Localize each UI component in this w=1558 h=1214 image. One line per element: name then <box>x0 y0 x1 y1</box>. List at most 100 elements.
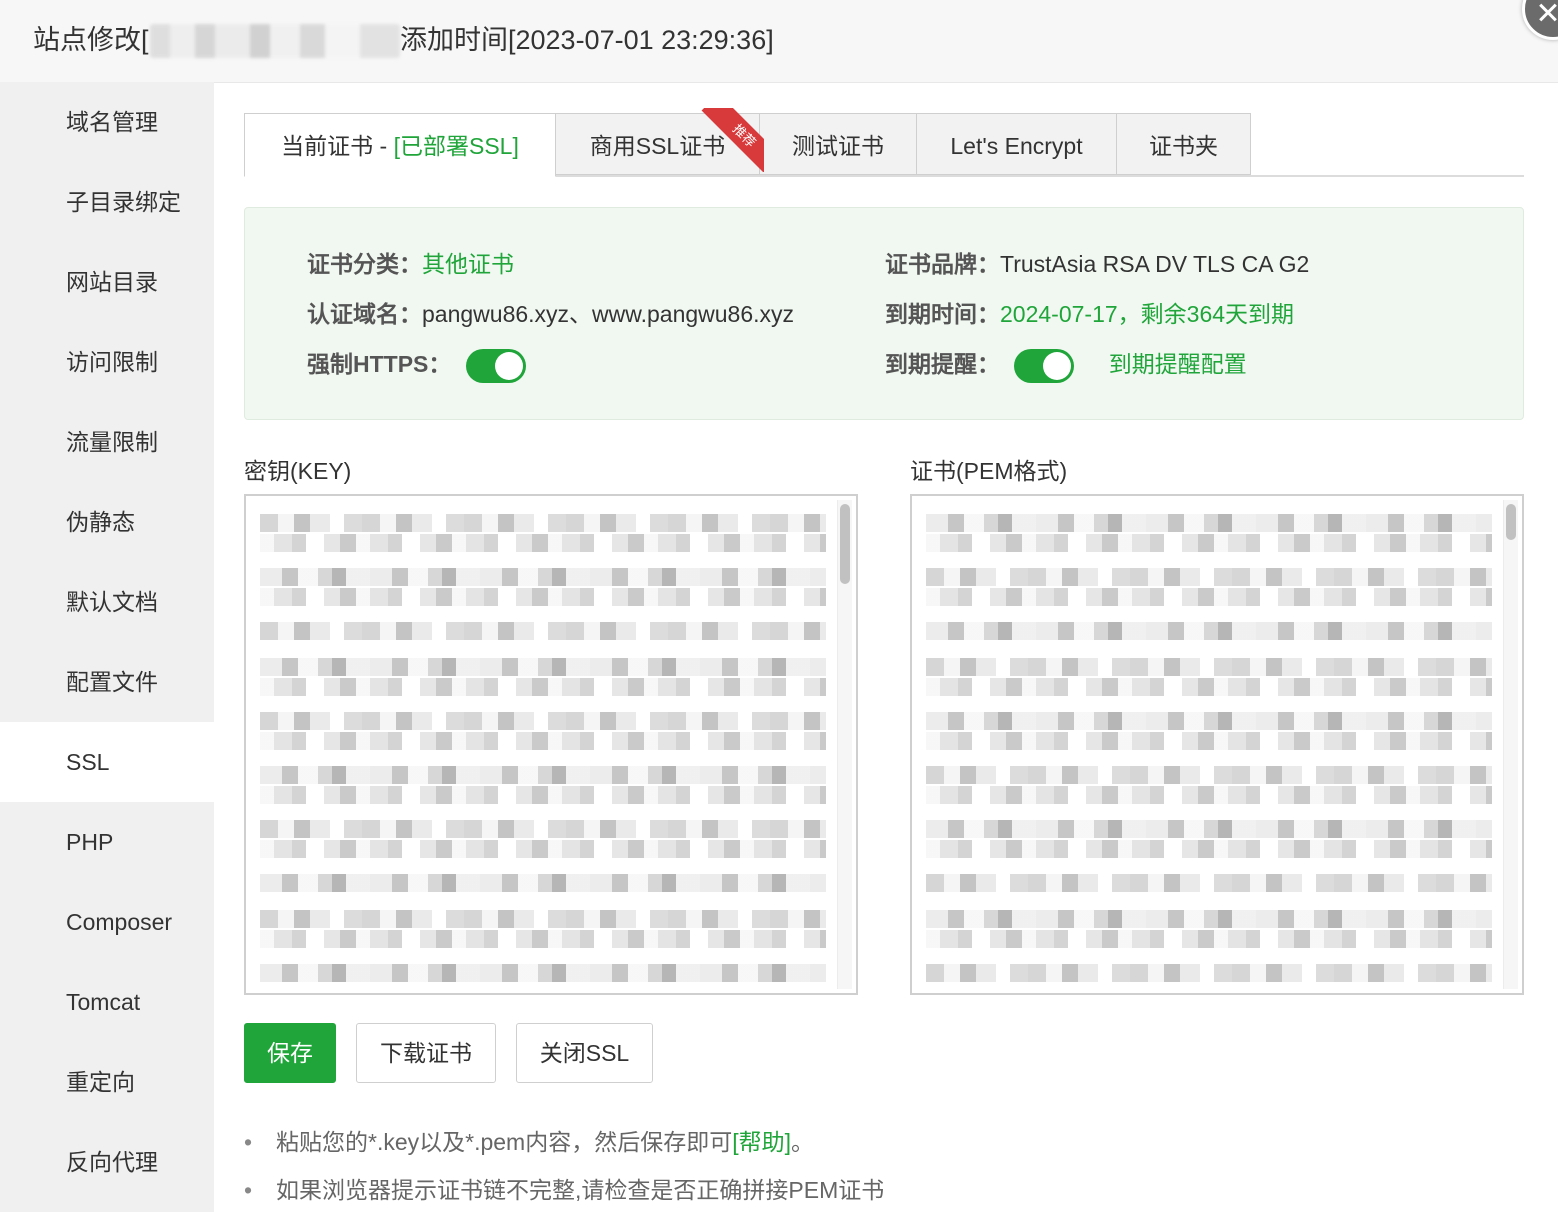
redacted-key-line <box>260 622 826 640</box>
cert-category-row: 证书分类：其他证书 <box>307 248 514 280</box>
sidebar-item-domain[interactable]: 域名管理 <box>0 82 214 162</box>
ssl-tabs: 当前证书 - [已部署SSL] 商用SSL证书 测试证书 Let's Encry… <box>244 113 1524 177</box>
sidebar-item-access-limit[interactable]: 访问限制 <box>0 322 214 402</box>
tab-cert-folder[interactable]: 证书夹 <box>1116 113 1251 175</box>
redacted-key-line <box>260 732 826 750</box>
key-field-label: 密钥(KEY) <box>244 458 352 484</box>
redacted-cert-line <box>926 786 1492 804</box>
expire-remind-toggle[interactable] <box>1014 348 1075 383</box>
recommend-ribbon: 推荐 <box>700 108 764 172</box>
sidebar-item-tomcat[interactable]: Tomcat <box>0 962 214 1042</box>
sidebar-item-subdir[interactable]: 子目录绑定 <box>0 162 214 242</box>
redacted-cert-line <box>926 910 1492 928</box>
redacted-cert-line <box>926 874 1492 892</box>
cert-domain-value: pangwu86.xyz、www.pangwu86.xyz <box>422 301 795 327</box>
tab-current-cert[interactable]: 当前证书 - [已部署SSL] <box>244 113 556 177</box>
redacted-cert-line <box>926 930 1492 948</box>
expire-remind-row: 到期提醒： 到期提醒配置 <box>885 348 1247 383</box>
sidebar-item-site-dir[interactable]: 网站目录 <box>0 242 214 322</box>
tab-test-cert[interactable]: 测试证书 <box>759 113 917 175</box>
expire-remind-label: 到期提醒： <box>885 351 1000 377</box>
force-https-toggle[interactable] <box>465 348 526 383</box>
save-button[interactable]: 保存 <box>244 1023 336 1083</box>
force-https-row: 强制HTTPS： <box>307 348 526 383</box>
redacted-key-line <box>260 964 826 982</box>
redacted-key-line <box>260 786 826 804</box>
redacted-cert-line <box>926 568 1492 586</box>
key-scrollbar[interactable] <box>837 500 852 989</box>
redacted-cert-line <box>926 658 1492 676</box>
expire-remind-config-link[interactable]: 到期提醒配置 <box>1109 351 1247 377</box>
cert-expire-value: 2024-07-17，剩余364天到期 <box>1000 301 1295 327</box>
redacted-cert-line <box>926 588 1492 606</box>
dialog-titlebar: 站点修改[ 添加时间[2023-07-01 23:29:36] <box>0 0 1558 83</box>
redacted-key-line <box>260 766 826 784</box>
redacted-key-line <box>260 568 826 586</box>
dialog-title-added-time: 添加时间[2023-07-01 23:29:36] <box>400 25 774 55</box>
tab-lets-encrypt[interactable]: Let's Encrypt <box>916 113 1117 175</box>
redacted-key-line <box>260 820 826 838</box>
redacted-cert-line <box>926 622 1492 640</box>
tab-cert-folder-label: 证书夹 <box>1149 133 1218 159</box>
redacted-key-line <box>260 534 826 552</box>
cert-category-label: 证书分类： <box>307 251 422 277</box>
redacted-cert-line <box>926 534 1492 552</box>
redacted-cert-line <box>926 766 1492 784</box>
sidebar-item-rewrite[interactable]: 伪静态 <box>0 482 214 562</box>
cert-brand-row: 证书品牌：TrustAsia RSA DV TLS CA G2 <box>885 248 1309 280</box>
tip-cert-chain: 如果浏览器提示证书链不完整,请检查是否正确拼接PEM证书 <box>244 1166 884 1214</box>
cert-brand-value: TrustAsia RSA DV TLS CA G2 <box>1000 251 1310 277</box>
sidebar-item-default-doc[interactable]: 默认文档 <box>0 562 214 642</box>
redacted-cert-line <box>926 820 1492 838</box>
cert-category-value: 其他证书 <box>422 251 514 277</box>
redacted-cert-line <box>926 514 1492 532</box>
tip-paste-key: 粘贴您的*.key以及*.pem内容，然后保存即可[帮助]。 <box>244 1118 884 1166</box>
cert-expire-label: 到期时间： <box>885 301 1000 327</box>
redacted-key-line <box>260 658 826 676</box>
cert-brand-label: 证书品牌： <box>885 251 1000 277</box>
redacted-key-line <box>260 874 826 892</box>
cert-domain-label: 认证域名： <box>307 301 422 327</box>
cert-scroll-thumb[interactable] <box>1506 504 1516 540</box>
sidebar-item-redirect[interactable]: 重定向 <box>0 1042 214 1122</box>
key-textarea[interactable] <box>244 494 858 995</box>
redacted-key-line <box>260 712 826 730</box>
cert-info-panel: 证书分类：其他证书 证书品牌：TrustAsia RSA DV TLS CA G… <box>244 207 1524 420</box>
download-cert-button[interactable]: 下载证书 <box>356 1023 496 1083</box>
tip-paste-key-end: 。 <box>791 1129 814 1155</box>
redacted-key-line <box>260 678 826 696</box>
redacted-key-line <box>260 514 826 532</box>
redacted-site-name <box>150 24 400 58</box>
redacted-cert-line <box>926 964 1492 982</box>
sidebar-item-traffic-limit[interactable]: 流量限制 <box>0 402 214 482</box>
sidebar-item-ssl[interactable]: SSL <box>0 722 214 802</box>
cert-expire-row: 到期时间：2024-07-17，剩余364天到期 <box>885 298 1294 330</box>
dialog-title-prefix: 站点修改[ <box>33 25 149 55</box>
tips-list: 粘贴您的*.key以及*.pem内容，然后保存即可[帮助]。 如果浏览器提示证书… <box>244 1118 884 1214</box>
close-ssl-button[interactable]: 关闭SSL <box>516 1023 653 1083</box>
redacted-key-line <box>260 910 826 928</box>
tab-lets-encrypt-label: Let's Encrypt <box>950 133 1083 159</box>
force-https-label: 强制HTTPS： <box>307 351 452 377</box>
settings-sidebar: 域名管理 子目录绑定 网站目录 访问限制 流量限制 伪静态 默认文档 配置文件 … <box>0 82 214 1212</box>
tab-test-cert-label: 测试证书 <box>792 133 884 159</box>
sidebar-item-reverse-proxy[interactable]: 反向代理 <box>0 1122 214 1202</box>
redacted-key-line <box>260 588 826 606</box>
tip-paste-key-text: 粘贴您的*.key以及*.pem内容，然后保存即可 <box>276 1129 733 1155</box>
redacted-cert-line <box>926 840 1492 858</box>
help-link[interactable]: [帮助] <box>732 1129 791 1155</box>
key-scroll-thumb[interactable] <box>840 504 850 584</box>
cert-textarea[interactable] <box>910 494 1524 995</box>
redacted-key-line <box>260 930 826 948</box>
cert-scrollbar[interactable] <box>1503 500 1518 989</box>
redacted-cert-line <box>926 678 1492 696</box>
redacted-cert-line <box>926 712 1492 730</box>
sidebar-item-config-file[interactable]: 配置文件 <box>0 642 214 722</box>
tab-current-cert-label: 当前证书 - <box>281 133 394 159</box>
sidebar-item-php[interactable]: PHP <box>0 802 214 882</box>
ssl-deployed-status: [已部署SSL] <box>393 133 519 159</box>
cert-domain-row: 认证域名：pangwu86.xyz、www.pangwu86.xyz <box>307 298 794 330</box>
sidebar-item-composer[interactable]: Composer <box>0 882 214 962</box>
redacted-key-line <box>260 840 826 858</box>
cert-field-label: 证书(PEM格式) <box>910 458 1068 484</box>
